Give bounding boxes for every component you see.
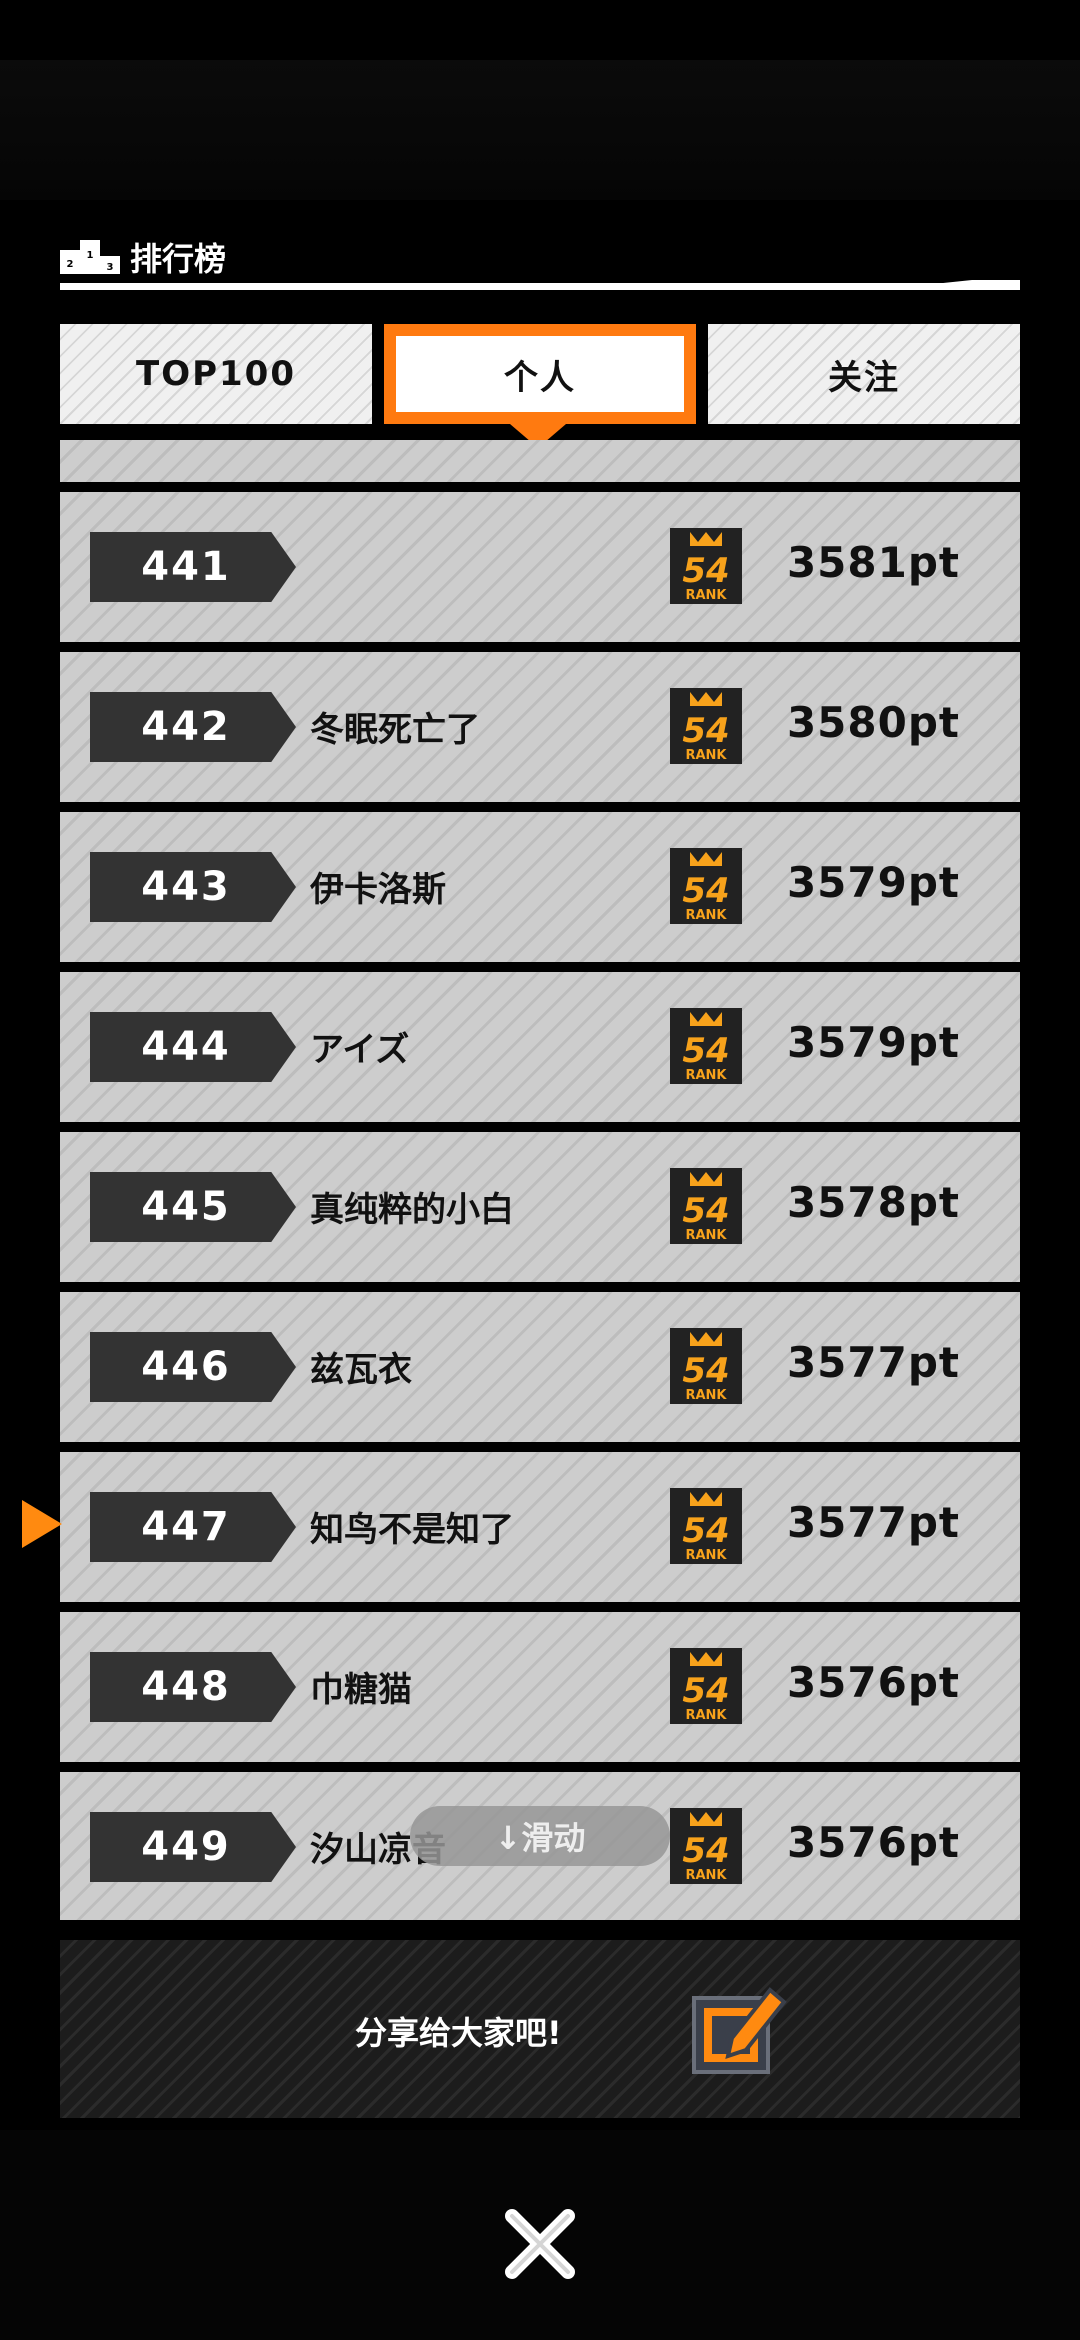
rank-number: 447 [90,1492,296,1562]
svg-text:RANK: RANK [685,1708,727,1723]
leaderboard-header: 2 1 3 排行榜 [60,230,1020,290]
podium-icon: 2 1 3 [60,240,120,274]
scroll-hint: ↓滑动 [410,1806,670,1866]
player-score: 3578pt [786,1178,960,1227]
player-score: 3581pt [786,538,960,587]
list-item[interactable]: 445 真纯粹的小白 54 RANK 3578pt [60,1132,1020,1282]
player-name: 伊卡洛斯 [310,870,446,910]
svg-text:54: 54 [682,1831,729,1871]
rank-number: 442 [90,692,296,762]
svg-text:54: 54 [682,1031,729,1071]
player-name: 兹瓦衣 [310,1350,412,1390]
player-score: 3577pt [786,1338,960,1387]
rank-number: 441 [90,532,296,602]
svg-text:54: 54 [682,551,729,591]
svg-text:RANK: RANK [685,1548,727,1563]
svg-text:54: 54 [682,1511,729,1551]
page-title: 排行榜 [130,240,227,278]
svg-text:54: 54 [682,1351,729,1391]
player-name: 巾糖猫 [310,1670,412,1710]
share-label: 分享给大家吧! [355,2014,562,2052]
current-user-arrow-icon [22,1500,62,1548]
player-name: 知鸟不是知了 [310,1510,514,1550]
list-item[interactable]: 446 兹瓦衣 54 RANK 3577pt [60,1292,1020,1442]
rank-number: 445 [90,1172,296,1242]
tab-following[interactable]: 关注 [708,324,1020,424]
ranking-list[interactable]: 441 54 RANK 3581pt 442 冬眠死亡了 54 RANK 358… [60,440,1020,1920]
svg-text:RANK: RANK [685,1068,727,1083]
rank-icon: 54 RANK [670,1008,742,1084]
player-name: 冬眠死亡了 [310,710,480,750]
svg-text:RANK: RANK [685,748,727,763]
rank-icon: 54 RANK [670,1488,742,1564]
rank-number: 449 [90,1812,296,1882]
svg-text:RANK: RANK [685,1388,727,1403]
player-name: 真纯粹的小白 [310,1190,514,1230]
svg-text:RANK: RANK [685,1868,727,1883]
rank-icon: 54 RANK [670,848,742,924]
player-score: 3577pt [786,1498,960,1547]
edit-share-icon[interactable] [688,1978,788,2078]
tab-top100[interactable]: TOP100 [60,324,372,424]
background-status-bar [0,60,1080,200]
svg-text:54: 54 [682,711,729,751]
rank-icon: 54 RANK [670,1808,742,1884]
rank-number: 448 [90,1652,296,1722]
rank-icon: 54 RANK [670,1328,742,1404]
rank-number: 444 [90,1012,296,1082]
svg-text:RANK: RANK [685,1228,727,1243]
svg-text:54: 54 [682,1191,729,1231]
svg-text:RANK: RANK [685,908,727,923]
list-top-edge [60,440,1020,482]
player-score: 3576pt [786,1818,960,1867]
rank-icon: 54 RANK [670,1168,742,1244]
player-score: 3576pt [786,1658,960,1707]
list-item-current-user[interactable]: 447 知鸟不是知了 54 RANK 3577pt [60,1452,1020,1602]
svg-text:2: 2 [67,259,74,270]
svg-text:1: 1 [87,250,94,261]
rank-icon: 54 RANK [670,528,742,604]
share-panel: 分享给大家吧! [60,1940,1020,2118]
rank-icon: 54 RANK [670,1648,742,1724]
leaderboard-tabs: TOP100 个人 关注 [60,324,1020,424]
rank-icon: 54 RANK [670,688,742,764]
list-item[interactable]: 442 冬眠死亡了 54 RANK 3580pt [60,652,1020,802]
svg-text:RANK: RANK [685,588,727,603]
list-item[interactable]: 444 アイズ 54 RANK 3579pt [60,972,1020,1122]
list-item[interactable]: 441 54 RANK 3581pt [60,492,1020,642]
player-score: 3579pt [786,1018,960,1067]
svg-text:3: 3 [107,262,114,273]
player-name: アイズ [310,1030,410,1070]
svg-text:54: 54 [682,1671,729,1711]
rank-number: 443 [90,852,296,922]
list-item[interactable]: 443 伊卡洛斯 54 RANK 3579pt [60,812,1020,962]
list-item[interactable]: 448 巾糖猫 54 RANK 3576pt [60,1612,1020,1762]
rank-number: 446 [90,1332,296,1402]
player-score: 3580pt [786,698,960,747]
tab-personal[interactable]: 个人 [384,324,696,424]
close-icon[interactable] [502,2206,578,2282]
player-score: 3579pt [786,858,960,907]
svg-text:54: 54 [682,871,729,911]
